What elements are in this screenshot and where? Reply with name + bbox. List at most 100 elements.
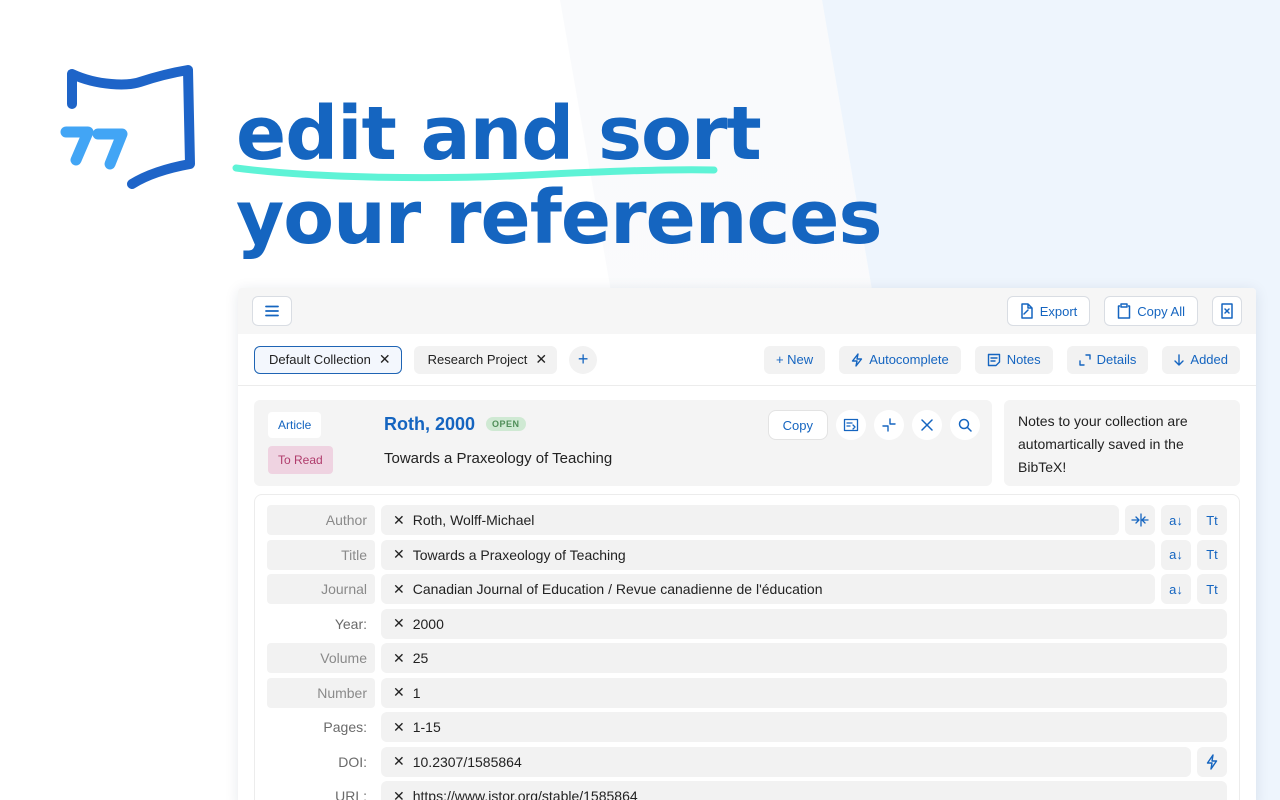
field-label: Year: [334, 615, 367, 632]
clear-icon[interactable]: ✕ [393, 684, 405, 701]
field-row-number: Number ✕ 1 [267, 677, 1227, 708]
expand-icon [1078, 353, 1091, 366]
export-file-icon [1020, 303, 1033, 319]
field-row-year: Year: ✕ 2000 [267, 608, 1227, 639]
clear-icon[interactable]: ✕ [393, 581, 405, 598]
search-icon [958, 418, 972, 432]
details-button[interactable]: Details [1066, 345, 1149, 374]
clear-icon[interactable]: ✕ [393, 788, 405, 800]
status-badge[interactable]: To Read [268, 446, 333, 474]
autocomplete-label: Autocomplete [869, 352, 949, 367]
notes-icon [987, 353, 1000, 366]
case-field-button[interactable]: Tt [1197, 539, 1227, 570]
delete-entry-button[interactable] [912, 410, 942, 440]
delete-collection-button[interactable] [1212, 296, 1242, 326]
field-row-volume: Volume ✕ 25 [267, 643, 1227, 673]
sort-field-button[interactable]: a↓ [1161, 539, 1191, 570]
notes-label: Notes [1006, 352, 1041, 367]
title-field[interactable]: ✕ Towards a Praxeology of Teaching [381, 539, 1155, 570]
url-field[interactable]: ✕ https://www.jstor.org/stable/1585864 [381, 781, 1227, 800]
field-row-title: Title ✕ Towards a Praxeology of Teaching… [267, 539, 1227, 570]
field-label: DOI: [338, 753, 367, 770]
merge-icon [1131, 513, 1149, 527]
entry-type-badge[interactable]: Article [268, 412, 322, 438]
app-logo [60, 65, 195, 189]
open-access-badge: OPEN [486, 417, 526, 431]
headline-line-1: edit and sort [236, 91, 762, 177]
field-label: Author [267, 505, 375, 535]
clear-icon[interactable]: ✕ [393, 615, 405, 632]
edit-bibtex-button[interactable] [836, 410, 866, 440]
sort-button[interactable]: Added [1162, 345, 1240, 374]
autocomplete-button[interactable]: Autocomplete [839, 345, 961, 374]
new-label: + New [775, 352, 814, 367]
copy-label: Copy [782, 417, 813, 433]
clear-icon[interactable]: ✕ [393, 753, 405, 770]
close-icon[interactable]: ✕ [535, 351, 547, 368]
clear-icon[interactable]: ✕ [393, 546, 405, 563]
add-collection-button[interactable]: + [569, 345, 598, 374]
sort-field-button[interactable]: a↓ [1161, 574, 1191, 604]
field-row-pages: Pages: ✕ 1-15 [267, 712, 1227, 742]
clear-icon[interactable]: ✕ [393, 650, 405, 667]
headline-line-2: your references [236, 175, 883, 261]
volume-field[interactable]: ✕ 25 [381, 643, 1227, 673]
entry-tools: Copy [767, 410, 980, 440]
entry-header-row: Article To Read Roth, 2000 OPEN Towards … [238, 386, 1256, 494]
field-label: Title [267, 539, 375, 570]
clipboard-icon [1118, 303, 1131, 319]
search-entry-button[interactable] [950, 410, 980, 440]
field-label: URL: [335, 788, 367, 800]
case-field-button[interactable]: Tt [1197, 574, 1227, 604]
tab-research-project[interactable]: Research Project ✕ [413, 345, 558, 374]
field-row-doi: DOI: ✕ 10.2307/1585864 [267, 746, 1227, 777]
entry-card[interactable]: Article To Read Roth, 2000 OPEN Towards … [254, 400, 992, 486]
entry-fields: Author ✕ Roth, Wolff-Michael a↓ Tt Title… [254, 494, 1240, 800]
field-value: 2000 [412, 615, 444, 632]
field-value: Canadian Journal of Education / Revue ca… [412, 581, 823, 597]
clear-icon[interactable]: ✕ [393, 719, 405, 736]
field-value: 25 [412, 650, 429, 666]
clear-icon[interactable]: ✕ [393, 512, 405, 529]
arrow-down-icon [1174, 353, 1185, 366]
menu-button[interactable] [252, 296, 292, 326]
field-row-url: URL: ✕ https://www.jstor.org/stable/1585… [267, 781, 1227, 800]
sort-field-button[interactable]: a↓ [1161, 505, 1191, 535]
collection-tabs: Default Collection ✕ Research Project ✕ … [238, 334, 1256, 386]
journal-field[interactable]: ✕ Canadian Journal of Education / Revue … [381, 574, 1155, 604]
top-toolbar: Export Copy All [238, 288, 1256, 334]
field-value: Roth, Wolff-Michael [412, 512, 535, 528]
merge-authors-button[interactable] [1125, 505, 1155, 535]
collapse-entry-button[interactable] [874, 410, 904, 440]
pages-field[interactable]: ✕ 1-15 [381, 712, 1227, 742]
bibtex-icon [843, 418, 859, 432]
field-label: Volume [267, 643, 375, 673]
collection-notes[interactable]: Notes to your collection are automartica… [1004, 400, 1240, 486]
author-field[interactable]: ✕ Roth, Wolff-Michael [381, 505, 1119, 535]
close-icon[interactable]: ✕ [379, 351, 391, 368]
field-label: Pages: [323, 719, 367, 735]
entry-title: Towards a Praxeology of Teaching [384, 450, 613, 467]
new-entry-button[interactable]: + New [763, 345, 826, 374]
autocomplete-doi-button[interactable] [1197, 746, 1227, 777]
copy-all-label: Copy All [1137, 303, 1185, 319]
field-value: https://www.jstor.org/stable/1585864 [412, 788, 638, 800]
case-field-button[interactable]: Tt [1197, 505, 1227, 535]
field-row-journal: Journal ✕ Canadian Journal of Education … [267, 574, 1227, 604]
doi-field[interactable]: ✕ 10.2307/1585864 [381, 746, 1191, 777]
copy-entry-button[interactable]: Copy [767, 410, 828, 440]
field-value: Towards a Praxeology of Teaching [412, 546, 626, 563]
tab-default-collection[interactable]: Default Collection ✕ [254, 345, 402, 374]
number-field[interactable]: ✕ 1 [381, 677, 1227, 708]
close-icon [921, 419, 933, 431]
app-window: Export Copy All Default Collection ✕ Res… [238, 288, 1256, 800]
notes-button[interactable]: Notes [974, 345, 1053, 374]
delete-file-icon [1221, 303, 1233, 319]
copy-all-button[interactable]: Copy All [1104, 296, 1198, 326]
tab-label: Default Collection [269, 352, 371, 367]
year-field[interactable]: ✕ 2000 [381, 608, 1227, 639]
field-label: Journal [267, 574, 375, 604]
tab-label: Research Project [427, 352, 528, 367]
export-button[interactable]: Export [1006, 296, 1091, 326]
field-value: 1 [412, 684, 421, 701]
